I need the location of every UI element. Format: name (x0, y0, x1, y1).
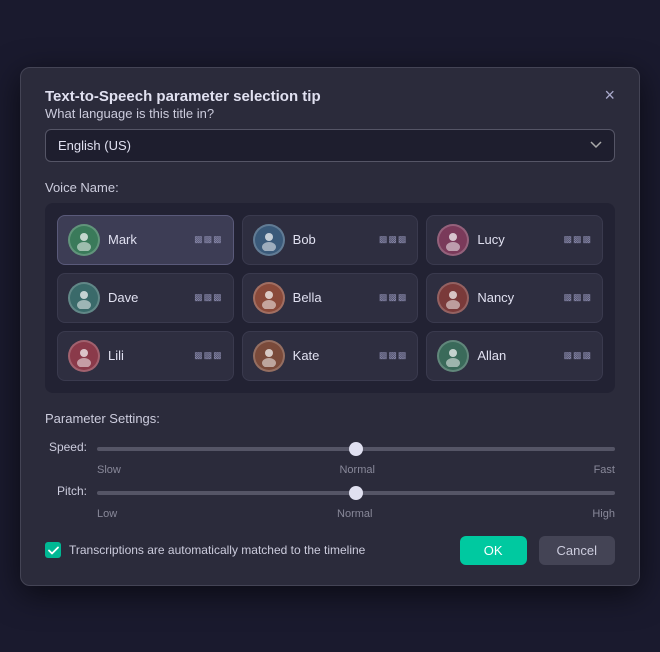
pitch-label: Pitch: (45, 484, 87, 498)
pitch-tick-high: High (592, 508, 615, 520)
voice-avatar-bella (253, 282, 285, 314)
wave-icon-mark: ▩▩▩ (194, 234, 223, 245)
pitch-slider[interactable] (97, 491, 615, 495)
voice-name-dave: Dave (108, 290, 186, 305)
language-section: What language is this title in? English … (45, 106, 615, 180)
voice-name-lili: Lili (108, 348, 186, 363)
voice-avatar-allan (437, 340, 469, 372)
voice-grid-container: Mark▩▩▩ Bob▩▩▩ Lucy▩▩▩ Dave▩▩▩ Bella▩▩▩ … (45, 203, 615, 393)
voice-card-mark[interactable]: Mark ▩▩▩ (57, 215, 234, 265)
voice-card-bella[interactable]: Bella ▩▩▩ (242, 273, 419, 323)
wave-icon-bella: ▩▩▩ (379, 292, 408, 303)
speed-row: Speed: Slow Normal Fast (45, 438, 615, 476)
checkbox-checked (45, 542, 61, 558)
language-label: What language is this title in? (45, 106, 615, 121)
checkbox-text: Transcriptions are automatically matched… (69, 543, 365, 557)
voice-grid: Mark▩▩▩ Bob▩▩▩ Lucy▩▩▩ Dave▩▩▩ Bella▩▩▩ … (57, 215, 603, 381)
tts-dialog: Text-to-Speech parameter selection tip ×… (20, 67, 640, 586)
speed-slider[interactable] (97, 447, 615, 451)
voice-name-bella: Bella (293, 290, 371, 305)
wave-icon-allan: ▩▩▩ (563, 350, 592, 361)
speed-tick-normal: Normal (339, 464, 374, 476)
voice-label: Voice Name: (45, 180, 615, 195)
ok-button[interactable]: OK (460, 536, 527, 565)
speed-tick-fast: Fast (594, 464, 615, 476)
footer: Transcriptions are automatically matched… (45, 536, 615, 565)
voice-avatar-kate (253, 340, 285, 372)
voice-name-bob: Bob (293, 232, 371, 247)
close-button[interactable]: × (598, 84, 621, 106)
voice-name-kate: Kate (293, 348, 371, 363)
wave-icon-lucy: ▩▩▩ (563, 234, 592, 245)
voice-card-lili[interactable]: Lili ▩▩▩ (57, 331, 234, 381)
voice-card-bob[interactable]: Bob ▩▩▩ (242, 215, 419, 265)
voice-card-nancy[interactable]: Nancy ▩▩▩ (426, 273, 603, 323)
voice-card-lucy[interactable]: Lucy ▩▩▩ (426, 215, 603, 265)
voice-card-allan[interactable]: Allan ▩▩▩ (426, 331, 603, 381)
pitch-tick-normal: Normal (337, 508, 372, 520)
speed-slider-wrapper (97, 438, 615, 456)
wave-icon-bob: ▩▩▩ (379, 234, 408, 245)
wave-icon-lili: ▩▩▩ (194, 350, 223, 361)
wave-icon-nancy: ▩▩▩ (563, 292, 592, 303)
voice-avatar-bob (253, 224, 285, 256)
wave-icon-dave: ▩▩▩ (194, 292, 223, 303)
pitch-slider-wrapper (97, 482, 615, 500)
wave-icon-kate: ▩▩▩ (379, 350, 408, 361)
voice-name-nancy: Nancy (477, 290, 555, 305)
voice-name-allan: Allan (477, 348, 555, 363)
voice-avatar-nancy (437, 282, 469, 314)
pitch-row: Pitch: Low Normal High (45, 482, 615, 520)
voice-name-mark: Mark (108, 232, 186, 247)
cancel-button[interactable]: Cancel (539, 536, 615, 565)
checkbox-label[interactable]: Transcriptions are automatically matched… (45, 542, 448, 558)
params-label: Parameter Settings: (45, 411, 615, 426)
voice-card-kate[interactable]: Kate ▩▩▩ (242, 331, 419, 381)
language-select[interactable]: English (US)English (UK)SpanishFrenchGer… (45, 129, 615, 162)
voice-avatar-mark (68, 224, 100, 256)
voice-card-dave[interactable]: Dave ▩▩▩ (57, 273, 234, 323)
dialog-title: Text-to-Speech parameter selection tip (45, 88, 321, 105)
voice-name-lucy: Lucy (477, 232, 555, 247)
speed-tick-slow: Slow (97, 464, 121, 476)
speed-label: Speed: (45, 440, 87, 454)
pitch-tick-low: Low (97, 508, 117, 520)
voice-avatar-lucy (437, 224, 469, 256)
voice-avatar-dave (68, 282, 100, 314)
voice-avatar-lili (68, 340, 100, 372)
